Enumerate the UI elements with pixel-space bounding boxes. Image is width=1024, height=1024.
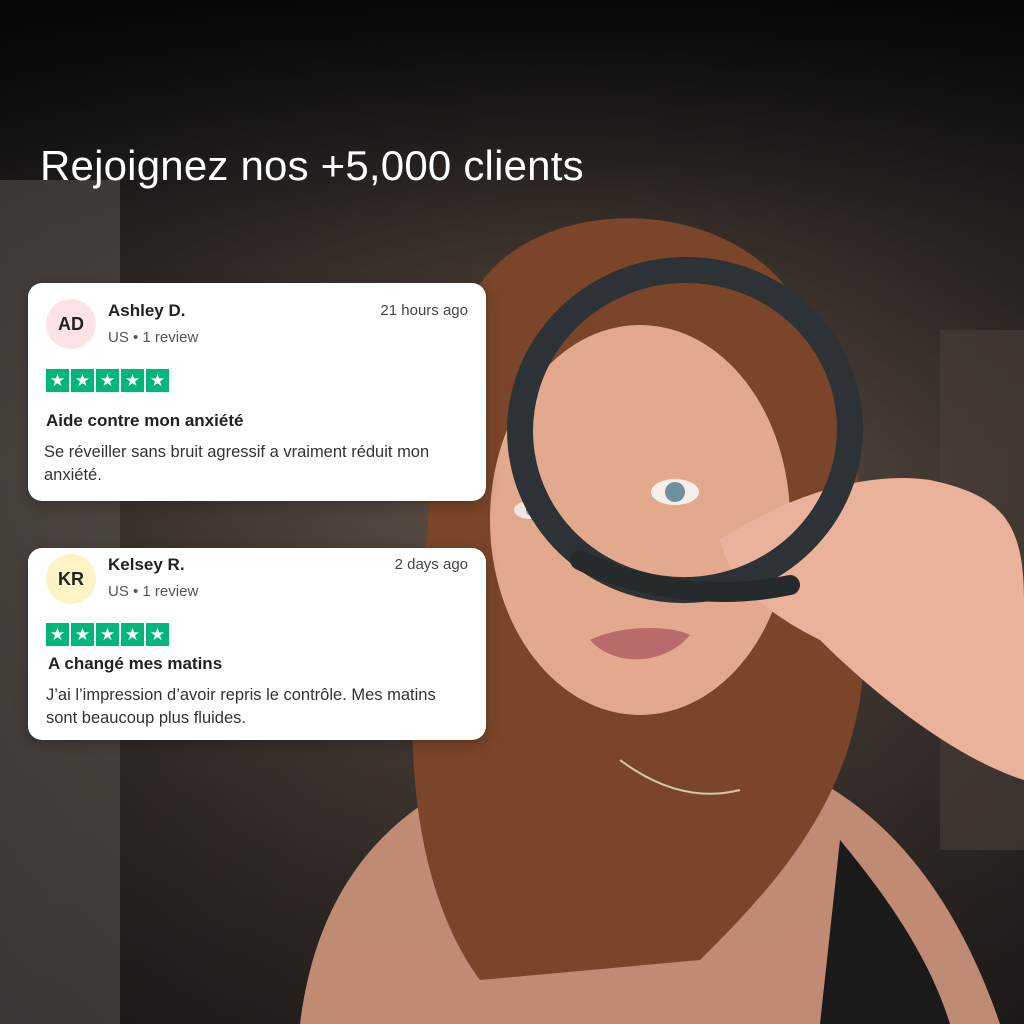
review-title: Aide contre mon anxiété xyxy=(46,411,244,430)
review-card: AD Ashley D. US • 1 review 21 hours ago … xyxy=(28,283,486,501)
review-time: 21 hours ago xyxy=(380,302,468,319)
reviewer-meta: US • 1 review xyxy=(108,329,199,346)
ad-creative: Rejoignez nos +5,000 clients AD Ashley D… xyxy=(0,0,1024,1024)
star-icon: ★ xyxy=(146,623,169,646)
star-icon: ★ xyxy=(46,623,69,646)
star-icon: ★ xyxy=(96,369,119,392)
headline: Rejoignez nos +5,000 clients xyxy=(40,142,584,189)
star-icon: ★ xyxy=(71,369,94,392)
review-title: A changé mes matins xyxy=(48,654,223,673)
reviewer-name: Kelsey R. xyxy=(108,555,185,574)
star-icon: ★ xyxy=(121,369,144,392)
star-rating: ★ ★ ★ ★ ★ xyxy=(46,623,169,646)
avatar: AD xyxy=(46,299,96,349)
star-icon: ★ xyxy=(146,369,169,392)
star-icon: ★ xyxy=(71,623,94,646)
star-icon: ★ xyxy=(96,623,119,646)
review-body: Se réveiller sans bruit agressif a vraim… xyxy=(44,443,430,484)
review-time: 2 days ago xyxy=(394,556,468,573)
star-rating: ★ ★ ★ ★ ★ xyxy=(46,369,169,392)
reviewer-name: Ashley D. xyxy=(108,301,186,320)
review-card: KR Kelsey R. US • 1 review 2 days ago ★ … xyxy=(28,548,486,740)
star-icon: ★ xyxy=(121,623,144,646)
reviewer-meta: US • 1 review xyxy=(108,583,199,600)
star-icon: ★ xyxy=(46,369,69,392)
review-body: J’ai l’impression d’avoir repris le cont… xyxy=(46,686,436,727)
avatar: KR xyxy=(46,554,96,604)
